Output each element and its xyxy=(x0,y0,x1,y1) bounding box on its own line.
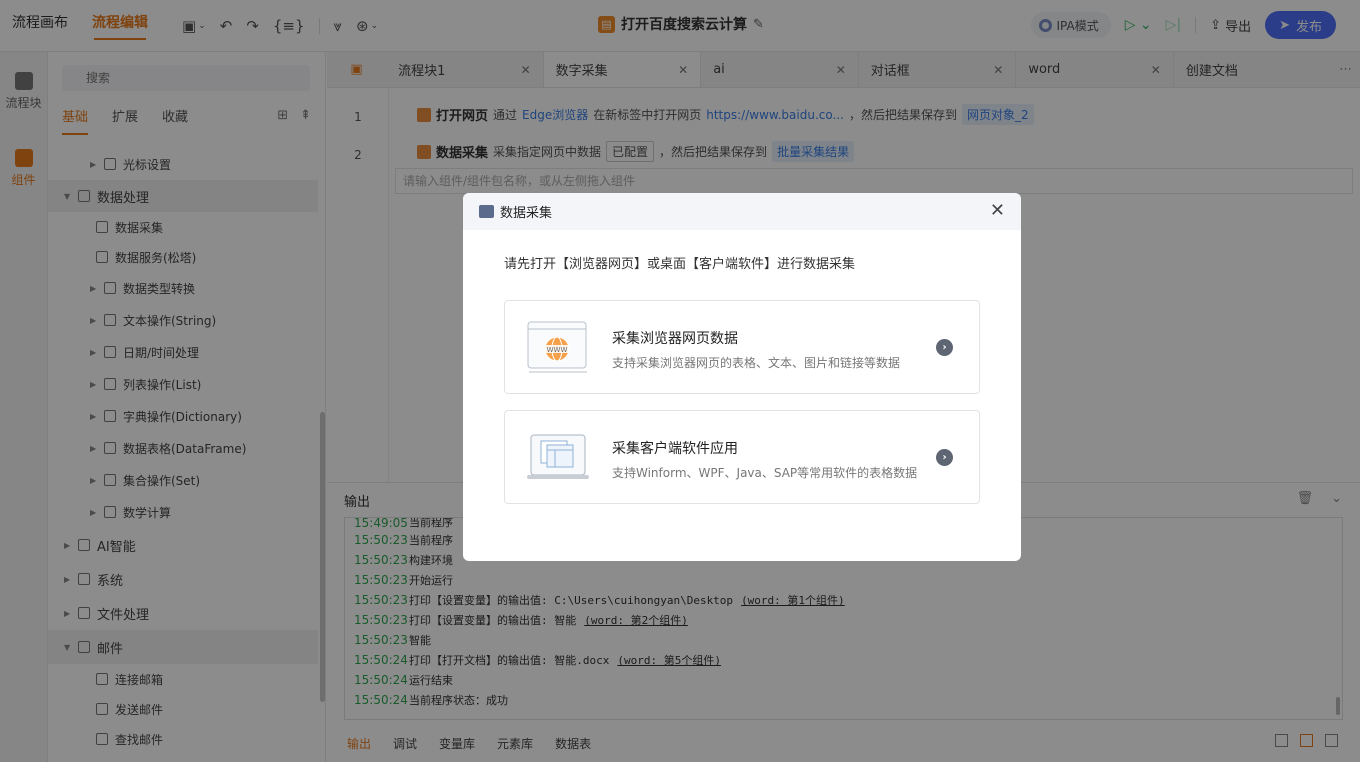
card-subtitle: 支持采集浏览器网页的表格、文本、图片和链接等数据 xyxy=(612,356,901,370)
desktop-app-icon xyxy=(527,434,589,479)
card-title: 采集客户端软件应用 xyxy=(612,441,738,457)
dialog-description: 请先打开【浏览器网页】或桌面【客户端软件】进行数据采集 xyxy=(504,257,856,272)
close-icon[interactable]: ✕ xyxy=(990,202,1005,220)
card-title: 采集浏览器网页数据 xyxy=(612,331,738,347)
svg-text:WWW: WWW xyxy=(547,346,568,354)
chevron-right-icon[interactable]: › xyxy=(936,449,953,466)
collect-client-card[interactable]: 采集客户端软件应用 支持Winform、WPF、Java、SAP等常用软件的表格… xyxy=(504,410,980,504)
collect-browser-card[interactable]: WWW 采集浏览器网页数据 支持采集浏览器网页的表格、文本、图片和链接等数据 › xyxy=(504,300,980,394)
data-collect-icon xyxy=(479,205,494,218)
browser-www-icon: WWW xyxy=(527,321,587,373)
card-subtitle: 支持Winform、WPF、Java、SAP等常用软件的表格数据 xyxy=(612,466,918,480)
dialog-title: 数据采集 xyxy=(500,206,553,221)
data-collect-dialog: 数据采集 ✕ 请先打开【浏览器网页】或桌面【客户端软件】进行数据采集 WWW 采… xyxy=(463,193,1021,561)
chevron-right-icon[interactable]: › xyxy=(936,339,953,356)
